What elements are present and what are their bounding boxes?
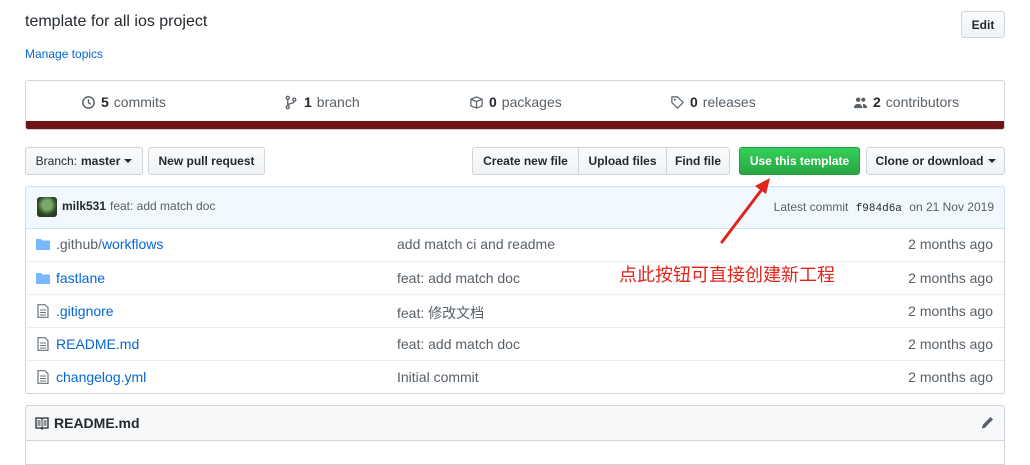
contributors-count: 2 — [873, 94, 881, 110]
file-name-text: .gitignore — [56, 303, 114, 319]
tag-icon — [671, 95, 684, 109]
file-age: 2 months ago — [908, 336, 993, 352]
file-name-text: changelog.yml — [56, 369, 147, 385]
readme-title: README.md — [54, 415, 140, 431]
file-name-text: fastlane — [56, 270, 106, 286]
branch-icon — [285, 95, 297, 109]
file-name[interactable]: .gitignore — [56, 303, 114, 319]
create-new-file-button[interactable]: Create new file — [472, 147, 579, 175]
folder-icon — [36, 239, 50, 250]
releases-count: 0 — [690, 94, 698, 110]
releases-label: releases — [702, 94, 756, 110]
commits-label: commits — [113, 94, 166, 110]
file-commit-message[interactable]: Initial commit — [397, 369, 479, 385]
branch-name: master — [81, 154, 121, 168]
clone-download-button[interactable]: Clone or download — [866, 147, 1005, 175]
readme-box: README.md — [25, 405, 1005, 465]
readme-header: README.md — [26, 406, 1004, 441]
manage-topics-link[interactable]: Manage topics — [25, 47, 103, 61]
pencil-icon[interactable] — [980, 415, 995, 430]
file-name[interactable]: changelog.yml — [56, 369, 146, 385]
file-name[interactable]: fastlane — [56, 270, 105, 286]
file-age: 2 months ago — [908, 236, 993, 252]
table-row[interactable]: changelog.yml Initial commit 2 months ag… — [26, 360, 1004, 393]
annotation-arrow-icon — [720, 178, 770, 244]
file-commit-message[interactable]: add match ci and readme — [397, 236, 555, 252]
file-actions-group: Create new file Upload files Find file — [472, 147, 730, 175]
caret-down-icon — [124, 159, 133, 163]
file-age: 2 months ago — [908, 270, 993, 286]
file-path-prefix: .github/ — [56, 236, 102, 252]
latest-commit-bar: milk531 feat: add match doc Latest commi… — [25, 186, 1005, 229]
avatar[interactable] — [37, 197, 57, 217]
package-icon — [470, 95, 483, 109]
file-list: .github/workflows add match ci and readm… — [25, 228, 1005, 394]
commit-author[interactable]: milk531 — [62, 199, 106, 213]
language-bar[interactable] — [26, 121, 1004, 129]
file-icon — [37, 337, 49, 351]
clone-download-label: Clone or download — [875, 154, 984, 168]
file-name[interactable]: README.md — [56, 336, 139, 352]
branch-prefix: Branch: — [35, 154, 77, 168]
file-name-text: README.md — [56, 336, 140, 352]
file-icon — [37, 370, 49, 384]
commits-count: 5 — [101, 94, 109, 110]
file-age: 2 months ago — [908, 369, 993, 385]
file-commit-message[interactable]: feat: add match doc — [397, 336, 520, 352]
packages-count: 0 — [489, 94, 497, 110]
branch-select-button[interactable]: Branch: master — [25, 147, 143, 175]
contributors-stat[interactable]: 2 contributors — [853, 94, 959, 110]
file-icon — [37, 304, 49, 318]
repo-description: template for all ios project — [25, 13, 208, 30]
annotation-text: 点此按钮可直接创建新工程 — [619, 265, 835, 286]
branches-stat[interactable]: 1 branch — [284, 94, 360, 110]
history-icon — [82, 95, 95, 109]
file-commit-message[interactable]: feat: add match doc — [397, 270, 520, 286]
commit-date: on 21 Nov 2019 — [909, 200, 994, 214]
edit-button[interactable]: Edit — [961, 11, 1005, 38]
packages-label: packages — [501, 94, 562, 110]
branches-count: 1 — [304, 94, 312, 110]
table-row[interactable]: .gitignore feat: 修改文档 2 months ago — [26, 294, 1004, 327]
contributors-label: contributors — [885, 94, 959, 110]
table-row[interactable]: README.md feat: add match doc 2 months a… — [26, 327, 1004, 360]
people-icon — [853, 96, 868, 108]
new-pull-request-button[interactable]: New pull request — [148, 147, 265, 175]
table-row[interactable]: .github/workflows add match ci and readm… — [26, 228, 1004, 261]
readme-body — [26, 441, 1004, 464]
repo-numbers-summary: 5 commits 1 branch 0 packages 0 releases… — [25, 80, 1005, 130]
folder-icon — [36, 273, 50, 284]
file-name[interactable]: .github/workflows — [56, 236, 163, 252]
releases-stat[interactable]: 0 releases — [670, 94, 756, 110]
commit-message[interactable]: feat: add match doc — [110, 199, 215, 213]
commit-sha[interactable]: f984d6a — [856, 203, 902, 215]
file-commit-message[interactable]: feat: 修改文档 — [397, 303, 484, 323]
caret-down-icon — [987, 159, 996, 163]
branches-label: branch — [316, 94, 360, 110]
book-icon — [35, 417, 49, 430]
packages-stat[interactable]: 0 packages — [469, 94, 562, 110]
commits-stat[interactable]: 5 commits — [81, 94, 166, 110]
file-name-text: workflows — [101, 236, 164, 252]
upload-files-button[interactable]: Upload files — [578, 147, 667, 175]
table-row[interactable]: fastlane feat: add match doc 2 months ag… — [26, 261, 1004, 294]
latest-commit-info: Latest commit f984d6a on 21 Nov 2019 — [774, 200, 994, 215]
file-age: 2 months ago — [908, 303, 993, 319]
